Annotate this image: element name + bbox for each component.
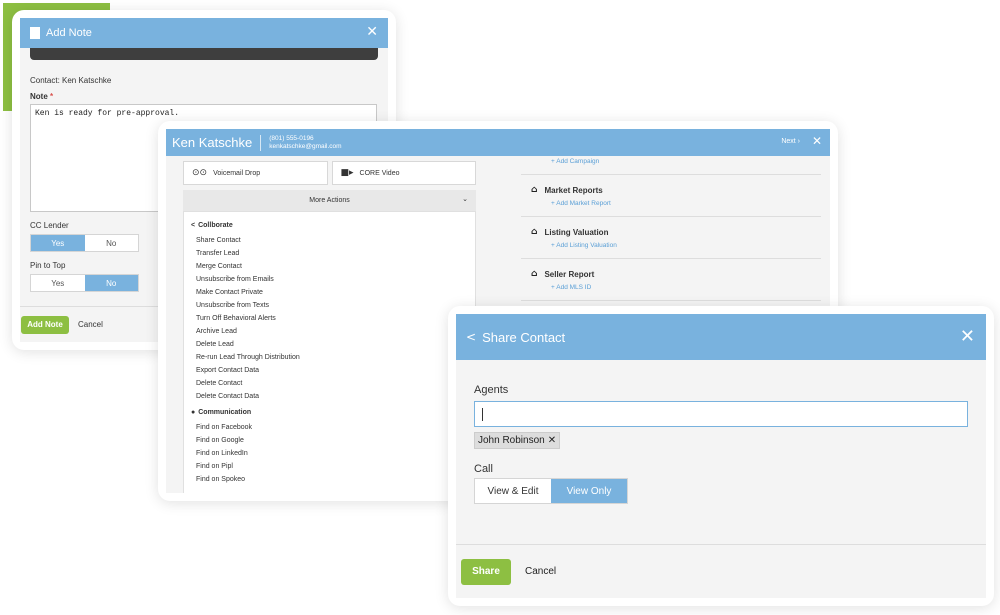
menu-item[interactable]: Transfer Lead <box>191 247 468 260</box>
market-reports-heading: ⌂ Market Reports <box>531 183 821 197</box>
pin-to-top-toggle: Yes No <box>30 274 139 292</box>
add-mls-id-link[interactable]: + Add MLS ID <box>531 284 821 294</box>
communication-section-title: Communication <box>198 409 252 416</box>
add-note-title: Add Note <box>46 27 92 39</box>
share-cancel-button[interactable]: Cancel <box>525 566 556 577</box>
menu-item[interactable]: Find on Google <box>191 434 468 447</box>
market-reports-title: Market Reports <box>544 185 603 195</box>
menu-item[interactable]: Make Contact Private <box>191 286 468 299</box>
text-caret <box>482 408 483 421</box>
listing-valuation-heading: ⌂ Listing Valuation <box>531 225 821 239</box>
menu-item[interactable]: Archive Lead <box>191 325 468 338</box>
add-note-button[interactable]: Add Note <box>21 315 69 334</box>
close-icon[interactable]: ✕ <box>960 326 975 347</box>
pin-to-top-yes[interactable]: Yes <box>31 275 85 291</box>
seller-report-row: ⌂ Seller Report + Add MLS ID <box>521 259 821 301</box>
more-actions-label: More Actions <box>309 197 350 204</box>
menu-item[interactable]: Export Contact Data <box>191 364 468 377</box>
view-and-edit-option[interactable]: View & Edit <box>475 479 551 503</box>
note-label: Note * <box>30 92 378 101</box>
core-video-label: CORE Video <box>359 169 400 177</box>
menu-item[interactable]: Merge Contact <box>191 260 468 273</box>
house-icon: ⌂ <box>531 227 538 237</box>
share-contact-panel: < Share Contact ✕ Agents John Robinson ✕… <box>456 314 986 598</box>
next-button[interactable]: Next › <box>781 138 800 145</box>
menu-item[interactable]: Re-run Lead Through Distribution <box>191 351 468 364</box>
voicemail-icon: ⊙⊙ <box>192 168 208 178</box>
call-permission-toggle: View & Edit View Only <box>474 478 628 504</box>
menu-item[interactable]: Unsubscribe from Emails <box>191 273 468 286</box>
seller-report-heading: ⌂ Seller Report <box>531 267 821 281</box>
add-campaign-link[interactable]: + Add Campaign <box>531 158 821 168</box>
contact-phone[interactable]: (801) 555-0196 <box>269 135 341 143</box>
menu-item[interactable]: Turn Off Behavioral Alerts <box>191 312 468 325</box>
menu-section-collaborate: < Collborate <box>191 222 468 229</box>
agents-label: Agents <box>474 384 509 396</box>
voicemail-drop-label: Voicemail Drop <box>213 169 261 177</box>
contact-line: Contact: Ken Katschke <box>30 76 112 85</box>
remove-chip-icon[interactable]: ✕ <box>548 435 556 446</box>
add-listing-valuation-link[interactable]: + Add Listing Valuation <box>531 242 821 252</box>
menu-item[interactable]: Find on Facebook <box>191 421 468 434</box>
add-note-titlebar: Add Note ✕ <box>20 18 388 48</box>
market-reports-row: ⌂ Market Reports + Add Market Report <box>521 175 821 217</box>
share-body: Agents John Robinson ✕ Call View & Edit … <box>474 384 968 504</box>
chevron-down-icon: ⌄ <box>462 196 468 203</box>
menu-item[interactable]: Find on LinkedIn <box>191 447 468 460</box>
menu-item[interactable]: Delete Contact <box>191 377 468 390</box>
menu-item[interactable]: Delete Contact Data <box>191 390 468 403</box>
menu-item[interactable]: Find on Pipl <box>191 460 468 473</box>
share-titlebar: < Share Contact ✕ <box>456 314 986 360</box>
share-button[interactable]: Share <box>461 558 511 585</box>
video-camera-icon: ■▸ <box>340 168 354 178</box>
share-footer: Share Cancel <box>456 544 986 598</box>
cc-lender-toggle: Yes No <box>30 234 139 252</box>
contact-actions-column: ⊙⊙ Voicemail Drop ■▸ CORE Video More Act… <box>183 161 476 493</box>
pin-to-top-no[interactable]: No <box>84 275 138 291</box>
add-note-cancel-button[interactable]: Cancel <box>78 320 103 329</box>
seller-report-title: Seller Report <box>544 269 595 279</box>
call-label: Call <box>474 463 493 475</box>
house-icon: ⌂ <box>531 269 538 279</box>
share-contact-dialog: < Share Contact ✕ Agents John Robinson ✕… <box>448 306 994 606</box>
view-only-option[interactable]: View Only <box>551 479 627 503</box>
required-mark: * <box>50 92 54 101</box>
agent-chip: John Robinson ✕ <box>474 432 561 449</box>
menu-item[interactable]: Share Contact <box>191 234 468 247</box>
action-buttons-row: ⊙⊙ Voicemail Drop ■▸ CORE Video <box>183 161 476 185</box>
listing-valuation-title: Listing Valuation <box>544 227 609 237</box>
more-actions-dropdown[interactable]: More Actions ⌄ <box>183 190 476 211</box>
menu-section-communication: ● Communication <box>191 409 468 416</box>
contact-email[interactable]: kenkatschke@gmail.com <box>269 143 341 151</box>
title-divider <box>260 134 262 151</box>
share-title: Share Contact <box>482 329 566 345</box>
close-icon[interactable]: ✕ <box>366 24 378 40</box>
more-actions-menu: < Collborate Share Contact Transfer Lead… <box>183 211 476 493</box>
voicemail-drop-button[interactable]: ⊙⊙ Voicemail Drop <box>183 161 328 185</box>
campaign-row: + Add Campaign <box>521 158 821 175</box>
note-label-text: Note <box>30 92 48 101</box>
core-video-button[interactable]: ■▸ CORE Video <box>331 161 476 185</box>
cc-lender-yes[interactable]: Yes <box>31 235 85 251</box>
agents-input[interactable] <box>474 401 968 427</box>
menu-item[interactable]: Unsubscribe from Texts <box>191 299 468 312</box>
share-icon: < <box>191 222 196 229</box>
share-icon: < <box>466 330 477 344</box>
contact-details-column: + Add Campaign ⌂ Market Reports + Add Ma… <box>521 156 821 301</box>
document-icon <box>30 27 40 39</box>
contact-name: Ken Katschke <box>172 135 253 150</box>
house-icon: ⌂ <box>531 185 538 195</box>
add-market-report-link[interactable]: + Add Market Report <box>531 200 821 210</box>
listing-valuation-row: ⌂ Listing Valuation + Add Listing Valuat… <box>521 217 821 259</box>
menu-item[interactable]: Delete Lead <box>191 338 468 351</box>
cc-lender-no[interactable]: No <box>84 235 138 251</box>
contact-titlebar: Ken Katschke (801) 555-0196 kenkatschke@… <box>166 129 830 156</box>
add-note-header-strip <box>30 48 378 60</box>
agent-chip-label: John Robinson <box>478 435 545 446</box>
close-icon[interactable]: ✕ <box>812 134 822 148</box>
menu-item[interactable]: Find on Spokeo <box>191 473 468 486</box>
collaborate-section-title: Collborate <box>198 222 233 229</box>
chat-bubble-icon: ● <box>191 409 196 416</box>
contact-meta: (801) 555-0196 kenkatschke@gmail.com <box>269 135 341 151</box>
